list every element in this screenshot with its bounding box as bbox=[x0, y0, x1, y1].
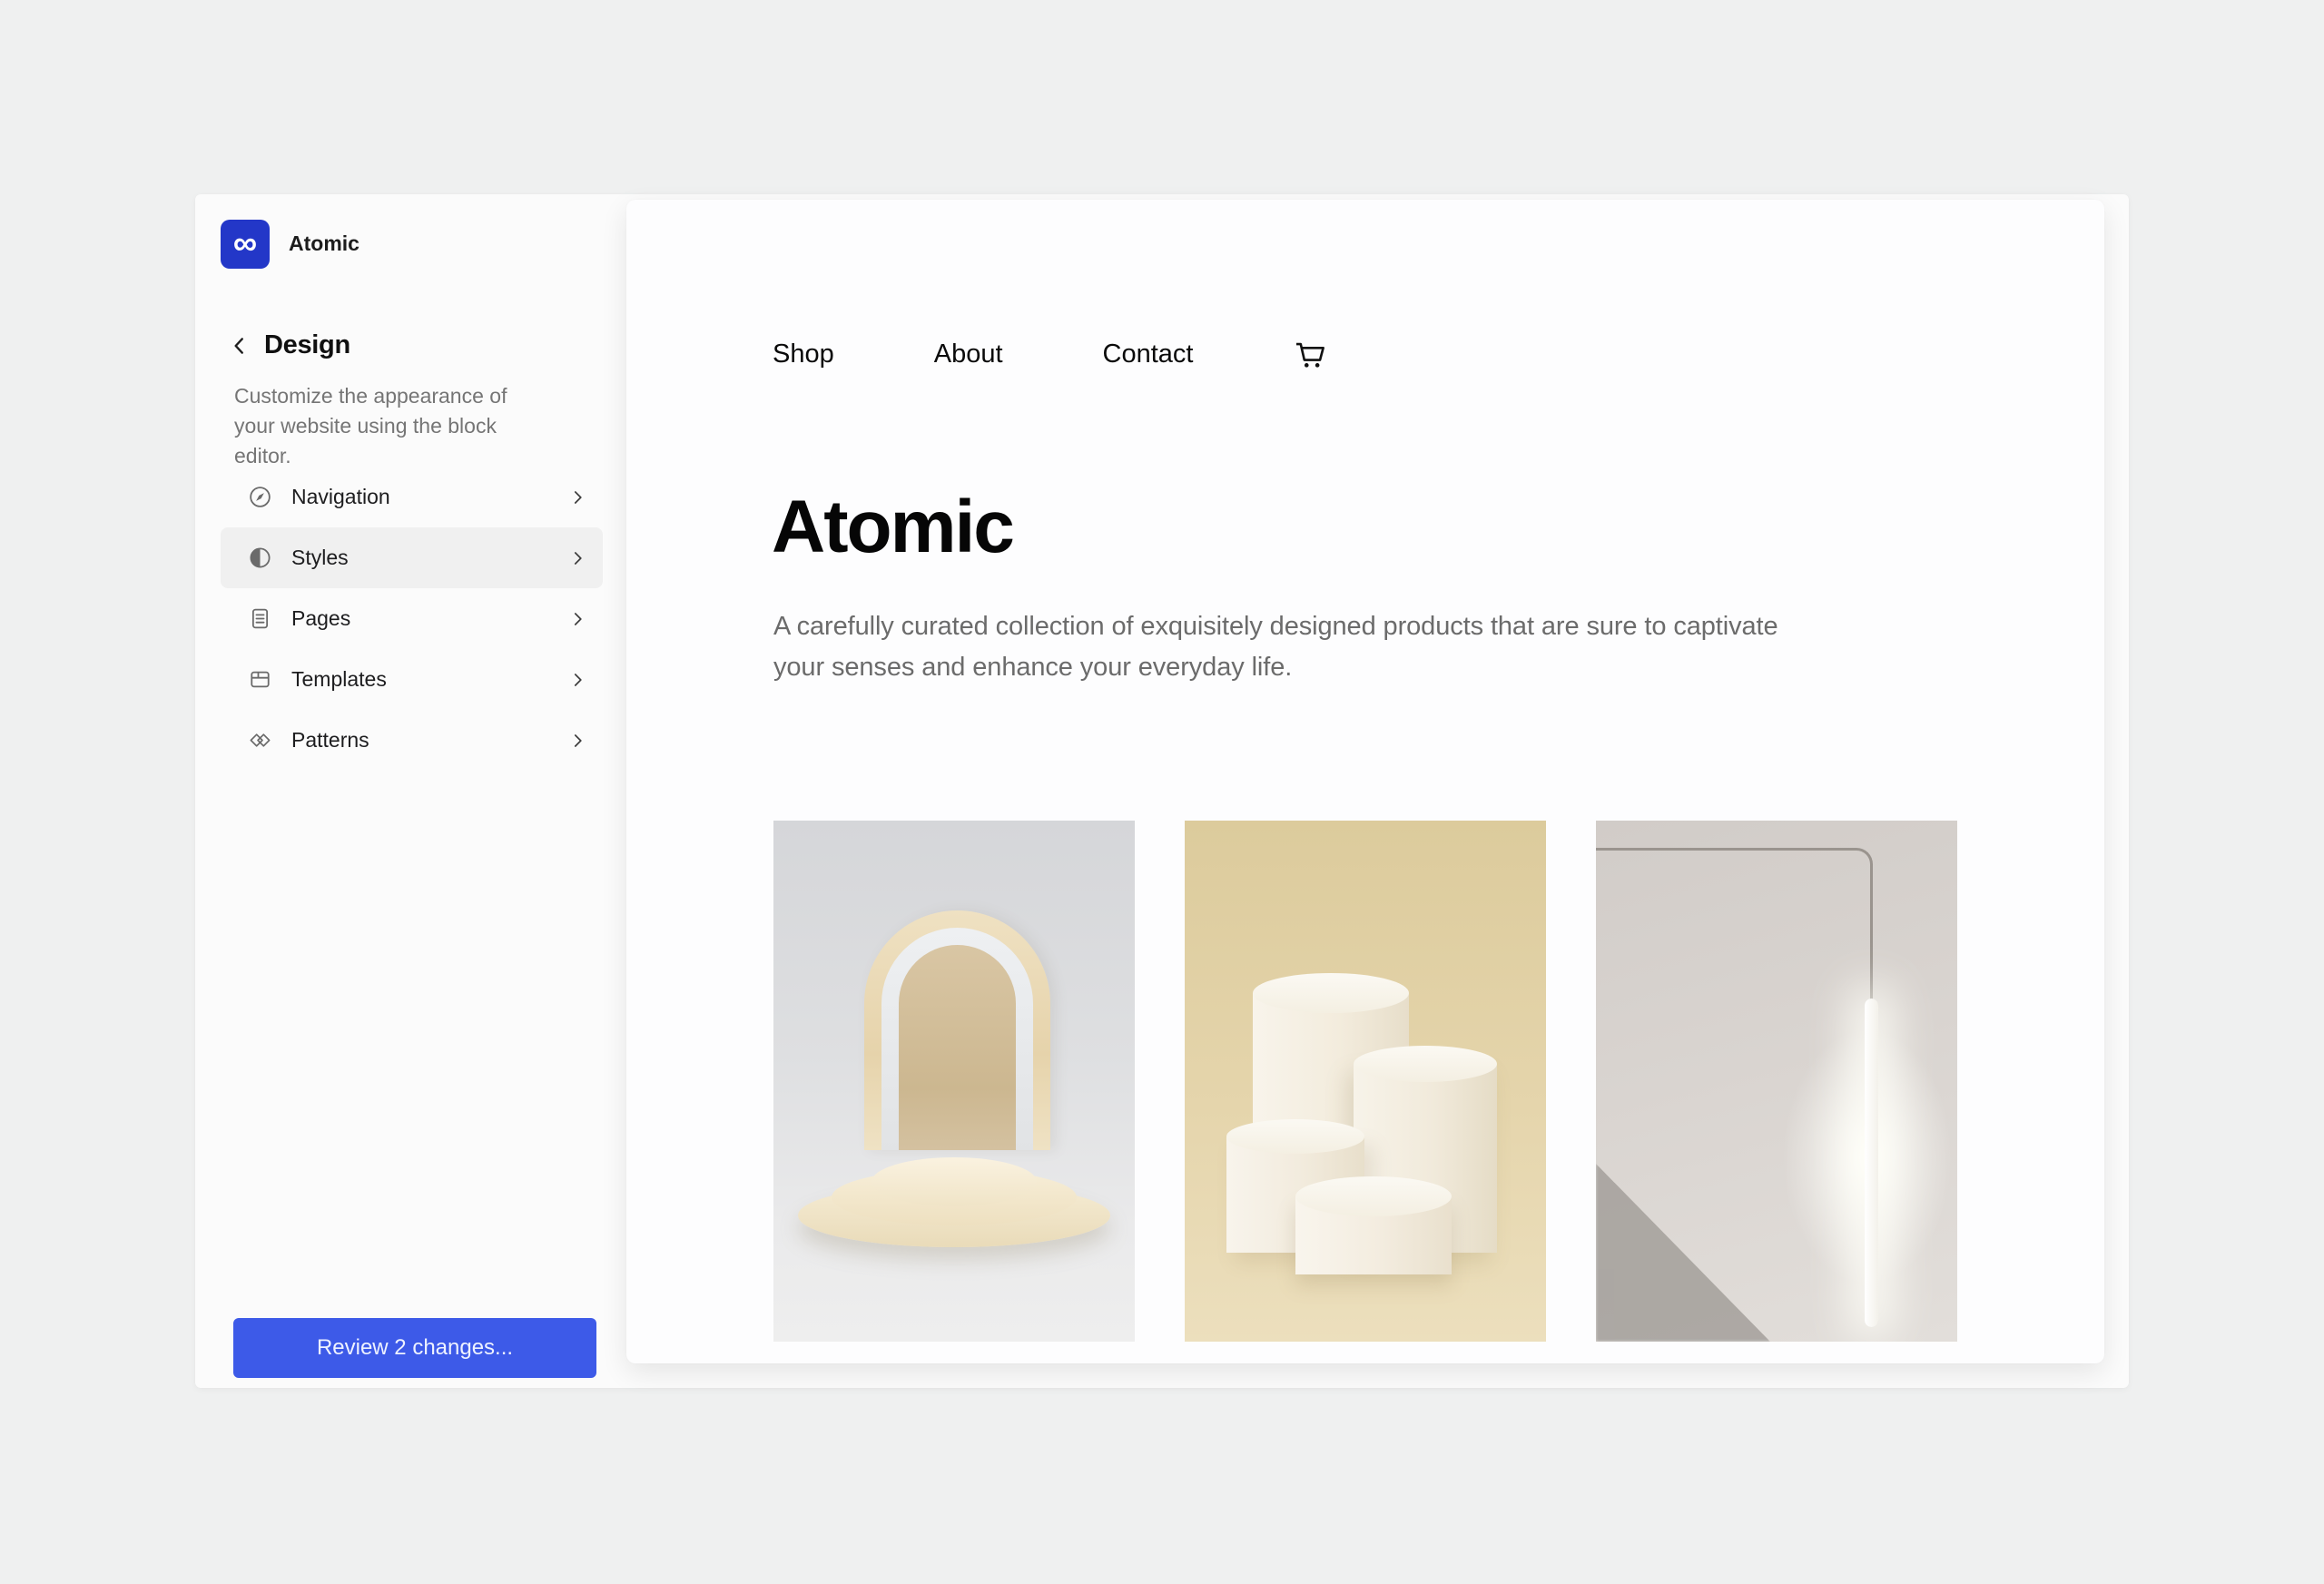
site-preview-canvas: Shop About Contact Atomic A carefully cu… bbox=[626, 200, 2104, 1363]
review-changes-button[interactable]: Review 2 changes... bbox=[233, 1318, 596, 1378]
site-editor-window: ∞ Atomic Design Customize the appearance… bbox=[195, 194, 2129, 1388]
sidebar-item-label: Styles bbox=[291, 546, 549, 570]
site-title: Atomic bbox=[289, 231, 359, 256]
gallery-image-light-tube[interactable] bbox=[1596, 821, 1957, 1342]
design-menu: Navigation Styles bbox=[221, 467, 603, 771]
chevron-right-icon bbox=[568, 487, 588, 507]
light-cord bbox=[1596, 848, 1873, 1000]
sidebar-item-pages[interactable]: Pages bbox=[221, 588, 603, 649]
page-icon bbox=[248, 606, 272, 631]
hero-title[interactable]: Atomic bbox=[772, 490, 1013, 565]
compass-icon bbox=[248, 485, 272, 509]
site-navigation: Shop About Contact bbox=[773, 334, 1326, 374]
gallery-image-arch-podium[interactable] bbox=[773, 821, 1135, 1342]
chevron-left-icon[interactable] bbox=[228, 334, 251, 358]
sidebar-item-label: Patterns bbox=[291, 728, 549, 753]
chevron-right-icon bbox=[568, 731, 588, 751]
chevron-right-icon bbox=[568, 609, 588, 629]
sidebar-item-label: Templates bbox=[291, 667, 549, 692]
sidebar-item-navigation[interactable]: Navigation bbox=[221, 467, 603, 527]
nav-link-shop[interactable]: Shop bbox=[773, 339, 834, 369]
nav-link-contact[interactable]: Contact bbox=[1103, 339, 1194, 369]
product-gallery bbox=[773, 821, 1957, 1342]
design-header: Design bbox=[228, 330, 350, 360]
hero-description[interactable]: A carefully curated collection of exquis… bbox=[773, 606, 1831, 688]
page-title: Design bbox=[264, 330, 350, 360]
diamonds-icon bbox=[248, 728, 272, 753]
half-circle-icon bbox=[248, 546, 272, 570]
nav-link-about[interactable]: About bbox=[934, 339, 1003, 369]
chevron-right-icon bbox=[568, 670, 588, 690]
light-glow bbox=[1732, 957, 1957, 1342]
sidebar-item-label: Navigation bbox=[291, 485, 549, 509]
chevron-right-icon bbox=[568, 548, 588, 568]
layout-icon bbox=[248, 667, 272, 692]
screen: ∞ Atomic Design Customize the appearance… bbox=[0, 0, 2324, 1584]
sidebar-item-templates[interactable]: Templates bbox=[221, 649, 603, 710]
infinity-icon: ∞ bbox=[233, 226, 257, 260]
site-logo-button[interactable]: ∞ bbox=[221, 220, 270, 269]
arch-opening-shape bbox=[899, 945, 1016, 1150]
cylinder-short-front bbox=[1295, 1196, 1452, 1274]
sidebar-item-label: Pages bbox=[291, 606, 549, 631]
sidebar-item-styles[interactable]: Styles bbox=[221, 527, 603, 588]
gallery-image-cylinders[interactable] bbox=[1185, 821, 1546, 1342]
sidebar-description: Customize the appearance of your website… bbox=[234, 381, 543, 471]
sidebar-item-patterns[interactable]: Patterns bbox=[221, 710, 603, 771]
light-tube bbox=[1865, 999, 1878, 1327]
shopping-cart-icon[interactable] bbox=[1293, 338, 1326, 371]
podium-step-top bbox=[872, 1157, 1037, 1206]
